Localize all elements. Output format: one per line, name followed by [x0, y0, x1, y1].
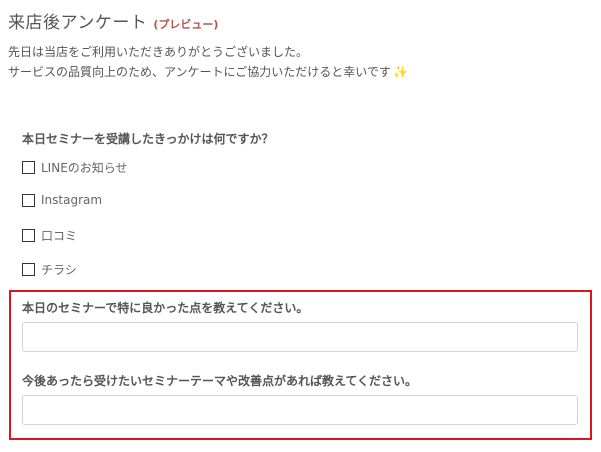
intro-text: 先日は当店をご利用いただきありがとうございました。 サービスの品質向上のため、ア… — [8, 42, 408, 82]
checkbox-option-word-of-mouth[interactable]: 口コミ — [22, 227, 77, 244]
checkbox[interactable] — [22, 229, 35, 242]
preview-badge: (プレビュー) — [153, 18, 219, 31]
checkbox[interactable] — [22, 161, 35, 174]
question-3-label: 今後あったら受けたいセミナーテーマや改善点があれば教えてください。 — [22, 374, 418, 388]
page-title: 来店後アンケート — [8, 13, 148, 33]
checkbox[interactable] — [22, 193, 35, 207]
intro-line-2-wrap: サービスの品質向上のため、アンケートにご協力いただけると幸いです ✨ — [8, 62, 408, 82]
question-2-label: 本日のセミナーで特に良かった点を教えてください。 — [22, 301, 309, 315]
intro-line-1: 先日は当店をご利用いただきありがとうございました。 — [8, 45, 309, 59]
checkbox-option-instagram[interactable]: Instagram — [22, 193, 102, 207]
intro-line-2: サービスの品質向上のため、アンケートにご協力いただけると幸いです — [8, 65, 391, 79]
question-3-input[interactable] — [22, 395, 578, 425]
checkbox-option-flyer[interactable]: チラシ — [22, 261, 77, 278]
sparkle-icon: ✨ — [392, 65, 408, 79]
checkbox-label: LINEのお知らせ — [41, 161, 128, 175]
question-1-label: 本日セミナーを受講したきっかけは何ですか？ — [22, 132, 274, 146]
checkbox-label: Instagram — [41, 193, 103, 207]
checkbox-label: チラシ — [41, 263, 77, 277]
checkbox-label: 口コミ — [41, 229, 78, 243]
checkbox[interactable] — [22, 263, 35, 276]
question-2-input[interactable] — [22, 322, 578, 352]
page-header: 来店後アンケート (プレビュー) — [8, 8, 218, 33]
checkbox-option-line[interactable]: LINEのお知らせ — [22, 159, 128, 176]
